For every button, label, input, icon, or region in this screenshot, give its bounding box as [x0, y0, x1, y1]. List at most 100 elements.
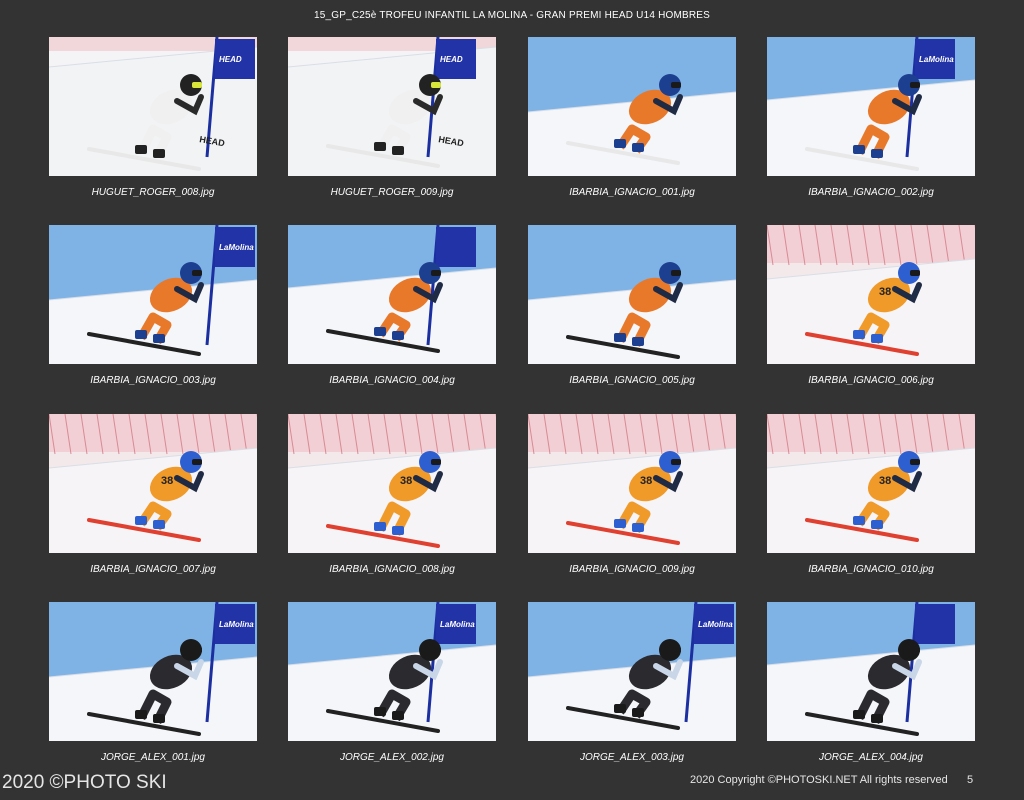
goggles — [431, 647, 441, 653]
photo-caption: IBARBIA_IGNACIO_009.jpg — [569, 564, 695, 575]
bib-number: 38 — [161, 475, 173, 487]
photo-thumbnail[interactable] — [528, 37, 736, 176]
banner-logo: HEAD — [219, 55, 242, 64]
photo-caption: IBARBIA_IGNACIO_001.jpg — [569, 187, 695, 198]
photo-image: 38 — [49, 414, 257, 553]
gate-banner — [436, 227, 476, 267]
page-number: 5 — [967, 774, 974, 786]
ski-boot — [392, 526, 404, 535]
photo-image: LaMolina — [49, 602, 257, 741]
photo-image: LaMolina — [288, 602, 496, 741]
photo-image: 38 — [767, 414, 975, 553]
photo-thumbnail[interactable]: LaMolina — [49, 225, 257, 364]
ski-boot — [614, 333, 626, 342]
photo-image — [767, 602, 975, 741]
photo-image: 38 — [288, 414, 496, 553]
ski-boot — [632, 708, 644, 717]
banner-logo: LaMolina — [919, 55, 954, 64]
photo-caption: HUGUET_ROGER_008.jpg — [91, 187, 215, 198]
goggles — [192, 270, 202, 276]
ski-boot — [374, 327, 386, 336]
bib-number: 38 — [879, 475, 891, 487]
photo-thumbnail[interactable]: 38 — [288, 414, 496, 553]
photo-caption: IBARBIA_IGNACIO_010.jpg — [808, 564, 934, 575]
photo-thumbnail[interactable]: LaMolina — [49, 602, 257, 741]
ski-boot — [853, 516, 865, 525]
page-title: 15_GP_C25è TROFEU INFANTIL LA MOLINA - G… — [313, 10, 711, 21]
bib-number: 38 — [879, 286, 891, 298]
photo-caption: JORGE_ALEX_003.jpg — [580, 752, 684, 763]
photo-thumbnail[interactable] — [528, 225, 736, 364]
photo-caption: IBARBIA_IGNACIO_006.jpg — [808, 375, 934, 386]
banner-logo: LaMolina — [440, 620, 475, 629]
photo-caption: IBARBIA_IGNACIO_008.jpg — [329, 564, 455, 575]
ski-boot — [374, 707, 386, 716]
photo-image: LaMolina — [767, 37, 975, 176]
photo-caption: JORGE_ALEX_001.jpg — [101, 752, 205, 763]
ski-boot — [153, 520, 165, 529]
goggles — [910, 647, 920, 653]
photo-thumbnail[interactable]: LaMolina — [288, 602, 496, 741]
goggles — [910, 270, 920, 276]
goggles — [192, 459, 202, 465]
photo-caption: IBARBIA_IGNACIO_004.jpg — [329, 375, 455, 386]
banner-logo: HEAD — [440, 55, 463, 64]
photo-image: 38 — [528, 414, 736, 553]
bib-number: 38 — [400, 475, 412, 487]
banner-logo: LaMolina — [698, 620, 733, 629]
goggles — [671, 82, 681, 88]
banner-logo: LaMolina — [219, 620, 254, 629]
goggles — [192, 82, 202, 88]
goggles — [431, 82, 441, 88]
photo-caption: HUGUET_ROGER_009.jpg — [330, 187, 454, 198]
photo-caption: IBARBIA_IGNACIO_005.jpg — [569, 375, 695, 386]
photo-image: HEADHEAD — [49, 37, 257, 176]
ski-boot — [632, 523, 644, 532]
photo-caption: IBARBIA_IGNACIO_007.jpg — [90, 564, 216, 575]
gate-banner — [915, 604, 955, 644]
ski-boot — [392, 711, 404, 720]
photo-image — [528, 37, 736, 176]
goggles — [671, 270, 681, 276]
photo-caption: JORGE_ALEX_004.jpg — [819, 752, 923, 763]
photo-image: LaMolina — [49, 225, 257, 364]
ski-boot — [153, 334, 165, 343]
photo-thumbnail[interactable] — [288, 225, 496, 364]
photo-image — [288, 225, 496, 364]
goggles — [431, 459, 441, 465]
photo-thumbnail[interactable]: 38 — [767, 225, 975, 364]
ski-boot — [871, 149, 883, 158]
photo-caption: JORGE_ALEX_002.jpg — [340, 752, 444, 763]
ski-boot — [614, 704, 626, 713]
photo-image: HEADHEAD — [288, 37, 496, 176]
ski-boot — [374, 142, 386, 151]
ski-boot — [374, 522, 386, 531]
ski-boot — [135, 330, 147, 339]
ski-boot — [871, 714, 883, 723]
goggles — [910, 82, 920, 88]
photo-thumbnail[interactable]: LaMolina — [767, 37, 975, 176]
goggles — [192, 647, 202, 653]
photo-caption: IBARBIA_IGNACIO_003.jpg — [90, 375, 216, 386]
ski-boot — [614, 139, 626, 148]
footer-copyright: 2020 Copyright ©PHOTOSKI.NET All rights … — [690, 774, 948, 786]
photo-thumbnail[interactable]: 38 — [528, 414, 736, 553]
ski-boot — [853, 710, 865, 719]
ski-boot — [135, 516, 147, 525]
goggles — [671, 459, 681, 465]
footer-watermark: 2020 ©PHOTO SKI — [2, 772, 167, 793]
ski-boot — [871, 520, 883, 529]
ski-boot — [632, 337, 644, 346]
ski-boot — [853, 145, 865, 154]
photo-thumbnail[interactable]: 38 — [767, 414, 975, 553]
photo-thumbnail[interactable]: HEAD HEAD — [288, 37, 496, 176]
photo-thumbnail[interactable]: HEAD HEAD — [49, 37, 257, 176]
goggles — [671, 647, 681, 653]
photo-thumbnail[interactable]: 38 — [49, 414, 257, 553]
bib-number: 38 — [640, 475, 652, 487]
ski-boot — [392, 331, 404, 340]
ski-boot — [135, 710, 147, 719]
photo-thumbnail[interactable]: LaMolina — [528, 602, 736, 741]
photo-thumbnail[interactable] — [767, 602, 975, 741]
ski-boot — [153, 149, 165, 158]
